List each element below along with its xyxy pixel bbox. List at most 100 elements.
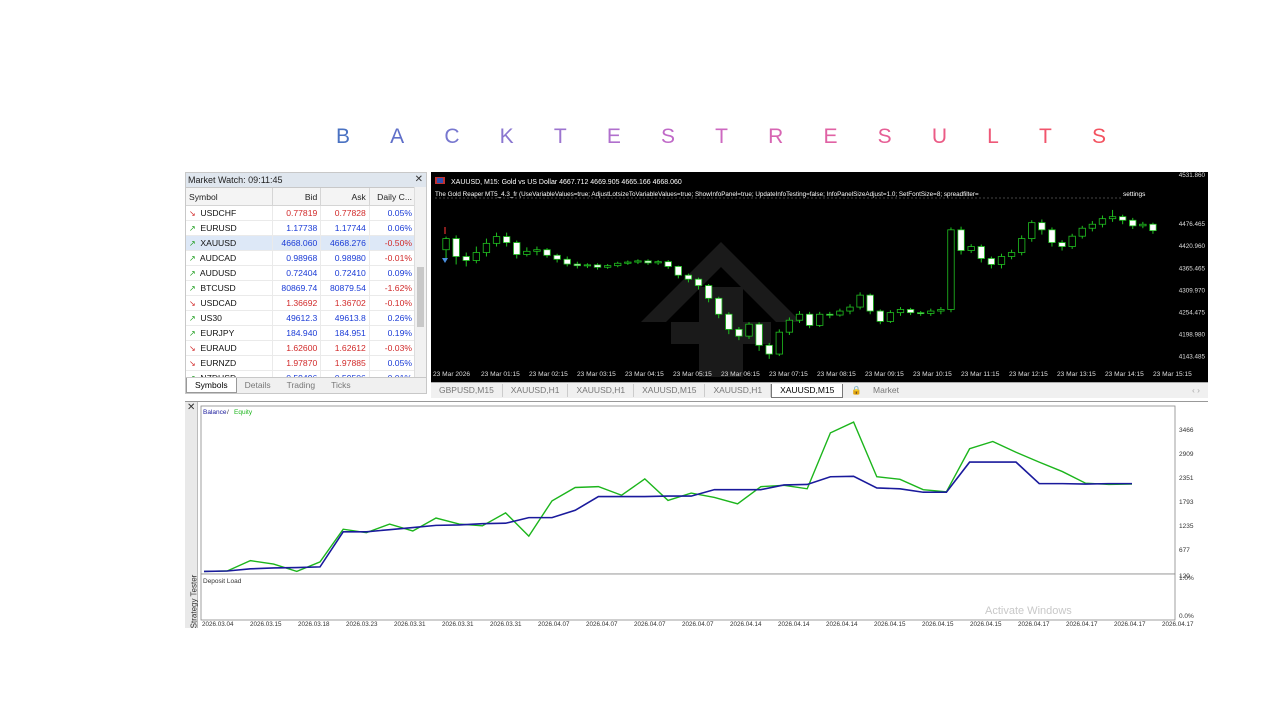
candle-body xyxy=(977,246,985,259)
x-axis-label: 2026.04.14 xyxy=(730,621,762,628)
market-watch-row[interactable]: ↗ US30 49612.3 49613.8 0.26% xyxy=(186,310,417,326)
candle-body xyxy=(452,238,460,257)
tab-symbols[interactable]: Symbols xyxy=(186,378,237,393)
tab-nav-arrows[interactable]: ‹ › xyxy=(1184,384,1208,397)
chart-tab[interactable]: XAUUSD,M15 xyxy=(634,384,706,397)
x-axis-label: 2026.03.31 xyxy=(442,621,474,628)
candle-body xyxy=(846,306,854,312)
symbol-name: EURAUD xyxy=(200,343,237,353)
ask-cell: 0.98980 xyxy=(320,250,370,266)
chart-tab[interactable]: XAUUSD,H1 xyxy=(568,384,635,397)
tab-ticks[interactable]: Ticks xyxy=(323,378,359,393)
market-watch-row[interactable]: ↗ AUDUSD 0.72404 0.72410 0.09% xyxy=(186,265,417,281)
chart-tab[interactable]: XAUUSD,H1 xyxy=(503,384,569,397)
ask-cell: 1.36702 xyxy=(320,295,370,311)
column-header-ask[interactable]: Ask xyxy=(320,188,370,206)
activate-windows-watermark: Activate Windows xyxy=(985,605,1072,617)
ask-cell: 1.62612 xyxy=(320,340,370,356)
candle-body xyxy=(1028,222,1036,239)
title-letter: S xyxy=(877,125,892,148)
time-axis-label: 23 Mar 04:15 xyxy=(625,371,664,378)
title-letter: B xyxy=(336,125,351,148)
symbol-cell: ↗ EURUSD xyxy=(186,220,273,236)
page-title: BACKTESTRESULTS xyxy=(336,122,1106,152)
symbol-cell: ↘ USDCHF xyxy=(186,205,273,221)
candle-body xyxy=(442,238,450,251)
price-chart[interactable]: XAUUSD, M15: Gold vs US Dollar 4667.712 … xyxy=(431,172,1208,382)
candle-body xyxy=(876,310,884,322)
symbol-name: EURNZD xyxy=(200,358,237,368)
load-axis-label: 0.0% xyxy=(1179,613,1194,620)
plot-frame xyxy=(200,405,1176,575)
x-axis-label: 2026.03.31 xyxy=(490,621,522,628)
arrow-up-icon: ↗ xyxy=(189,284,196,293)
time-axis-label: 23 Mar 10:15 xyxy=(913,371,952,378)
market-tab[interactable]: Market xyxy=(865,384,907,397)
expert-advisor-line: The Gold Reaper MT5_4.3_fr (UseVariableV… xyxy=(435,191,979,198)
time-axis-label: 23 Mar 14:15 xyxy=(1105,371,1144,378)
candlestick-chart[interactable]: XAUUSD, M15: Gold vs US Dollar 4667.712 … xyxy=(431,172,1208,382)
candle-body xyxy=(1129,219,1137,227)
x-axis-label: 2026.04.07 xyxy=(586,621,618,628)
symbol-name: EURJPY xyxy=(200,328,235,338)
column-header-daily-change[interactable]: Daily C... xyxy=(369,188,417,206)
column-header-symbol[interactable]: Symbol xyxy=(186,188,273,206)
x-axis-label: 2026.04.07 xyxy=(682,621,714,628)
scrollbar-thumb[interactable] xyxy=(417,267,424,327)
bid-cell: 1.62600 xyxy=(272,340,322,356)
title-letter: S xyxy=(1091,125,1106,148)
market-watch-scrollbar[interactable] xyxy=(414,187,426,377)
market-watch-row[interactable]: ↗ AUDCAD 0.98968 0.98980 -0.01% xyxy=(186,250,417,266)
tab-details[interactable]: Details xyxy=(237,378,279,393)
legend-equity: Equity xyxy=(234,409,253,416)
market-watch-row[interactable]: ↘ USDCHF 0.77819 0.77828 0.05% xyxy=(186,205,417,221)
y-axis-label: 1235 xyxy=(1179,523,1194,530)
column-header-bid[interactable]: Bid xyxy=(272,188,322,206)
market-watch-row[interactable]: ↘ EURNZD 1.97870 1.97885 0.05% xyxy=(186,355,417,371)
title-letter: E xyxy=(606,125,621,148)
x-axis-label: 2026.03.23 xyxy=(346,621,378,628)
symbol-cell: ↘ USDCAD xyxy=(186,295,273,311)
ask-cell: 184.951 xyxy=(320,325,370,341)
ask-cell: 80879.54 xyxy=(320,280,370,296)
close-icon[interactable]: ✕ xyxy=(415,173,423,187)
tab-trading[interactable]: Trading xyxy=(279,378,324,393)
time-axis-label: 23 Mar 13:15 xyxy=(1057,371,1096,378)
candle-body xyxy=(634,260,642,263)
candle-body xyxy=(896,309,905,314)
chart-tab[interactable]: GBPUSD,M15 xyxy=(431,384,503,397)
title-letter: L xyxy=(987,125,999,148)
ask-cell: 1.97885 xyxy=(320,355,370,371)
candle-body xyxy=(513,242,521,255)
market-watch-row[interactable]: ↘ EURAUD 1.62600 1.62612 -0.03% xyxy=(186,340,417,356)
x-axis-label: 2026.04.17 xyxy=(1162,621,1194,628)
time-axis-label: 23 Mar 03:15 xyxy=(577,371,616,378)
candle-body xyxy=(1048,229,1056,243)
market-watch-row[interactable]: ↘ USDCAD 1.36692 1.36702 -0.10% xyxy=(186,295,417,311)
candle-body xyxy=(987,258,996,265)
chart-tabs: GBPUSD,M15 XAUUSD,H1 XAUUSD,H1 XAUUSD,M15 XA… xyxy=(431,382,1208,398)
candle-body xyxy=(482,242,491,253)
bid-cell: 1.97870 xyxy=(272,355,322,371)
price-axis-label: 4143.485 xyxy=(1179,354,1206,361)
symbol-cell: ↗ BTCUSD xyxy=(186,280,273,296)
settings-link[interactable]: settings xyxy=(1123,191,1146,198)
market-watch-row[interactable]: ↗ EURJPY 184.940 184.951 0.19% xyxy=(186,325,417,341)
market-watch-row[interactable]: ↗ XAUUSD 4668.060 4668.276 -0.50% xyxy=(186,235,417,251)
market-watch-row[interactable]: ↗ BTCUSD 80869.74 80879.54 -1.62% xyxy=(186,280,417,296)
chart-tab[interactable]: XAUUSD,M15 xyxy=(771,383,844,398)
candle-body xyxy=(917,312,925,315)
x-axis-label: 2026.04.17 xyxy=(1066,621,1098,628)
x-axis-label: 2026.04.15 xyxy=(970,621,1002,628)
candle-body xyxy=(836,310,844,316)
chart-tab[interactable]: XAUUSD,H1 xyxy=(705,384,772,397)
bid-cell: 0.72404 xyxy=(272,265,322,281)
candle-body xyxy=(553,254,561,260)
market-watch-row[interactable]: ↗ EURUSD 1.17738 1.17744 0.06% xyxy=(186,220,417,236)
price-axis-label: 4531.860 xyxy=(1179,172,1206,179)
arrow-down-icon: ↘ xyxy=(189,359,196,368)
strategy-tester-panel: ✕ Strategy Tester 3466 2909 2351 1793 1235 67… xyxy=(185,401,1208,628)
time-axis-label: 23 Mar 09:15 xyxy=(865,371,904,378)
change-cell: 0.09% xyxy=(369,265,417,281)
deposit-load-label: Deposit Load xyxy=(203,578,242,585)
